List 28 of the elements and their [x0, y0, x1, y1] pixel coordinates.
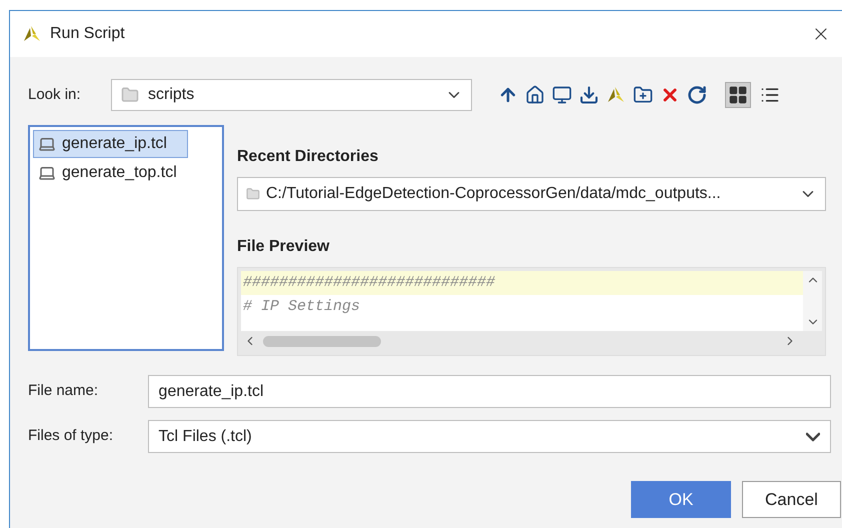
- recent-directories-dropdown[interactable]: C:/Tutorial-EdgeDetection-CoprocessorGen/data/mdc_outputs...: [237, 177, 826, 211]
- file-item[interactable]: generate_top.tcl: [33, 159, 219, 187]
- files-of-type-dropdown[interactable]: Tcl Files (.tcl): [148, 420, 831, 453]
- file-name-field[interactable]: generate_ip.tcl: [148, 375, 831, 408]
- look-in-label: Look in:: [28, 84, 82, 105]
- grid-icon: [728, 85, 748, 105]
- refresh-icon[interactable]: [687, 85, 707, 105]
- files-of-type-label: Files of type:: [28, 426, 114, 446]
- folder-icon: [246, 187, 260, 201]
- logo-icon: [22, 24, 42, 44]
- scrollbar-thumb[interactable]: [263, 336, 381, 346]
- look-in-dropdown[interactable]: scripts: [111, 79, 472, 111]
- cancel-button[interactable]: Cancel: [742, 481, 841, 518]
- file-preview-heading: File Preview: [237, 237, 330, 257]
- download-icon[interactable]: [579, 85, 599, 105]
- new-folder-icon[interactable]: [633, 85, 653, 105]
- logo-icon: [606, 85, 626, 105]
- home-icon[interactable]: [525, 85, 545, 105]
- recent-directories-heading: Recent Directories: [237, 147, 380, 167]
- file-name-label: File name:: [28, 381, 100, 402]
- monitor-icon[interactable]: [552, 85, 572, 105]
- code-line: # IP Settings: [242, 297, 362, 317]
- chevron-down-icon: [806, 432, 820, 442]
- folder-icon: [120, 86, 140, 104]
- file-item[interactable]: generate_ip.tcl: [33, 130, 188, 158]
- grid-view-button[interactable]: [725, 82, 751, 108]
- window-title: Run Script: [50, 24, 125, 44]
- ok-button[interactable]: OK: [631, 481, 731, 518]
